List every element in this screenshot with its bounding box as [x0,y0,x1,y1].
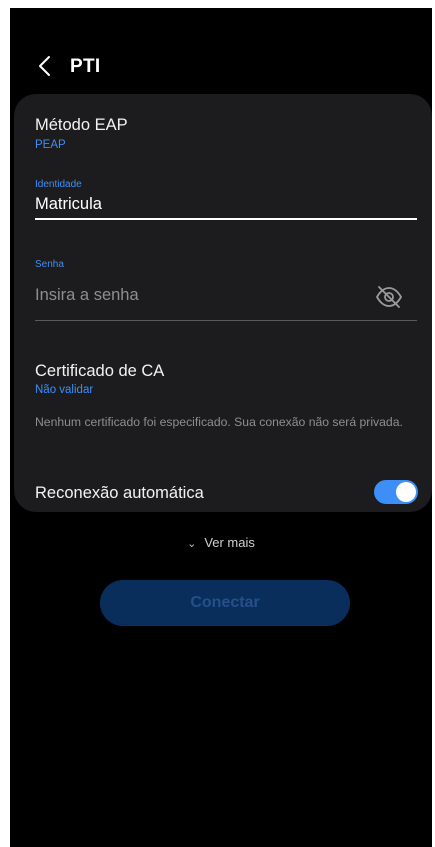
toggle-knob [396,482,416,502]
auto-reconnect-toggle[interactable] [374,480,418,504]
password-field[interactable] [35,284,355,306]
header: PTI [10,48,432,84]
settings-card: Método EAP PEAP Identidade Senha Certifi… [14,94,432,512]
chevron-down-icon: ⌄ [187,538,197,550]
chevron-left-icon [39,56,50,76]
certificate-note: Nenhum certificado foi especificado. Sua… [35,415,403,429]
connect-button[interactable]: Conectar [100,580,350,626]
see-more-button[interactable]: ⌄ Ver mais [10,535,432,550]
see-more-label: Ver mais [204,535,255,550]
auto-reconnect-label: Reconexão automática [35,484,204,502]
password-label: Senha [35,259,64,270]
toggle-password-visibility[interactable] [374,284,404,310]
identity-underline [35,218,417,220]
identity-field[interactable] [35,193,355,215]
page-title: PTI [70,56,101,77]
back-button[interactable] [32,52,60,80]
identity-label: Identidade [35,179,82,190]
eap-method-value: PEAP [35,139,66,151]
password-underline [35,320,417,321]
eye-off-icon [375,286,403,308]
certificate-title: Certificado de CA [35,362,165,380]
eap-method-title: Método EAP [35,116,128,134]
certificate-value: Não validar [35,384,94,396]
screen: PTI Método EAP PEAP Identidade Senha Cer… [10,8,432,847]
